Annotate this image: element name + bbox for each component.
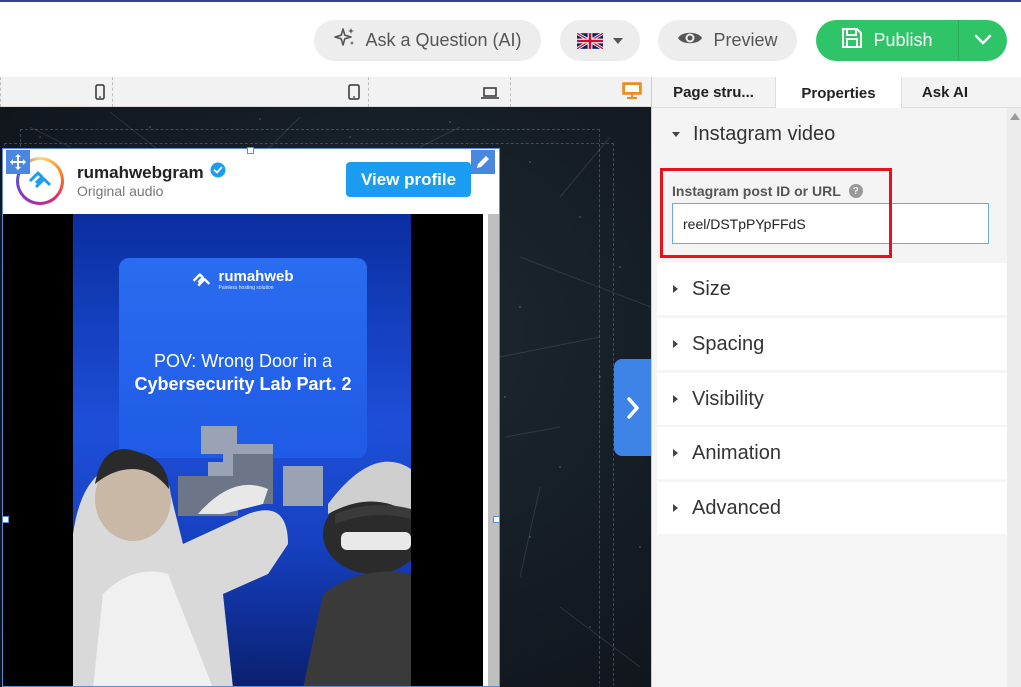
section-visibility[interactable]: Visibility bbox=[657, 373, 1008, 425]
preview-button[interactable]: Preview bbox=[658, 20, 797, 61]
device-divider bbox=[0, 77, 1, 107]
move-handle-icon[interactable] bbox=[6, 150, 30, 174]
publish-label: Publish bbox=[873, 30, 933, 50]
resize-handle-top[interactable] bbox=[247, 147, 254, 154]
device-switcher-bar bbox=[0, 77, 651, 107]
section-title: Advanced bbox=[692, 496, 781, 519]
instagram-audio-label: Original audio bbox=[77, 183, 164, 199]
resize-handle-left[interactable] bbox=[2, 516, 9, 523]
publish-button[interactable]: Publish bbox=[816, 20, 959, 61]
section-title: Visibility bbox=[692, 387, 764, 410]
section-advanced[interactable]: Advanced bbox=[657, 482, 1008, 534]
section-title: Size bbox=[692, 277, 731, 300]
chevron-right-icon bbox=[626, 396, 639, 419]
instagram-username-row: rumahwebgram bbox=[77, 162, 226, 183]
collapse-panel-button[interactable] bbox=[614, 359, 651, 456]
publish-split-button: Publish bbox=[816, 20, 1007, 61]
device-divider bbox=[112, 77, 113, 107]
widget-scrollbar[interactable] bbox=[488, 214, 499, 686]
caret-right-icon bbox=[673, 449, 678, 457]
tab-properties[interactable]: Properties bbox=[776, 77, 902, 109]
desktop-icon[interactable] bbox=[622, 82, 642, 105]
mobile-icon[interactable] bbox=[95, 84, 105, 105]
section-animation[interactable]: Animation bbox=[657, 427, 1008, 479]
caret-right-icon bbox=[673, 340, 678, 348]
save-icon bbox=[841, 27, 863, 54]
language-selector[interactable] bbox=[560, 20, 640, 61]
section-spacing[interactable]: Spacing bbox=[657, 318, 1008, 370]
panel-tabs: Page stru... Properties Ask AI bbox=[652, 77, 1021, 109]
instagram-header: rumahwebgram Original audio View profile bbox=[3, 149, 499, 214]
section-title: Animation bbox=[692, 441, 781, 464]
device-divider bbox=[368, 77, 369, 107]
caret-right-icon bbox=[673, 395, 678, 403]
section-size[interactable]: Size bbox=[657, 263, 1008, 315]
poster-photo bbox=[73, 426, 411, 686]
section-title: Instagram video bbox=[693, 123, 836, 145]
editor-window: Ask a Question (AI) Preview Publish ruma… bbox=[0, 0, 1021, 687]
device-divider bbox=[510, 77, 511, 107]
annotation-highlight-box bbox=[660, 168, 892, 258]
tab-page-structure[interactable]: Page stru... bbox=[652, 77, 776, 108]
caret-down-icon bbox=[672, 132, 680, 137]
sparkle-icon bbox=[333, 26, 357, 55]
verified-badge-icon bbox=[210, 162, 226, 183]
video-thumbnail: rumahweb Painless hosting solution POV: … bbox=[73, 214, 411, 686]
rumahweb-logo-icon bbox=[28, 171, 52, 189]
caret-right-icon bbox=[673, 504, 678, 512]
laptop-icon[interactable] bbox=[481, 86, 499, 104]
instagram-video-player[interactable]: rumahweb Painless hosting solution POV: … bbox=[3, 214, 483, 686]
uk-flag-icon bbox=[577, 32, 603, 49]
instagram-embed-widget[interactable]: rumahwebgram Original audio View profile… bbox=[2, 148, 500, 687]
panel-scrollbar[interactable] bbox=[1007, 108, 1021, 687]
tablet-icon[interactable] bbox=[348, 84, 360, 105]
top-toolbar: Ask a Question (AI) Preview Publish bbox=[0, 0, 1021, 77]
view-profile-button[interactable]: View profile bbox=[346, 162, 471, 197]
pencil-icon[interactable] bbox=[471, 150, 495, 174]
preview-label: Preview bbox=[713, 30, 778, 50]
chevron-down-icon bbox=[613, 37, 623, 44]
section-instagram-video[interactable]: Instagram video bbox=[657, 108, 1008, 161]
tab-ask-ai[interactable]: Ask AI bbox=[902, 77, 988, 108]
ask-ai-button[interactable]: Ask a Question (AI) bbox=[314, 20, 541, 61]
scroll-up-arrow-icon[interactable] bbox=[1010, 113, 1020, 120]
caret-right-icon bbox=[673, 285, 678, 293]
chevron-down-icon bbox=[974, 30, 992, 51]
resize-handle-right[interactable] bbox=[493, 516, 500, 523]
publish-options-button[interactable] bbox=[959, 20, 1007, 61]
instagram-username[interactable]: rumahwebgram bbox=[77, 163, 204, 183]
ask-ai-label: Ask a Question (AI) bbox=[365, 30, 522, 50]
section-title: Spacing bbox=[692, 332, 765, 355]
eye-icon bbox=[677, 29, 703, 52]
